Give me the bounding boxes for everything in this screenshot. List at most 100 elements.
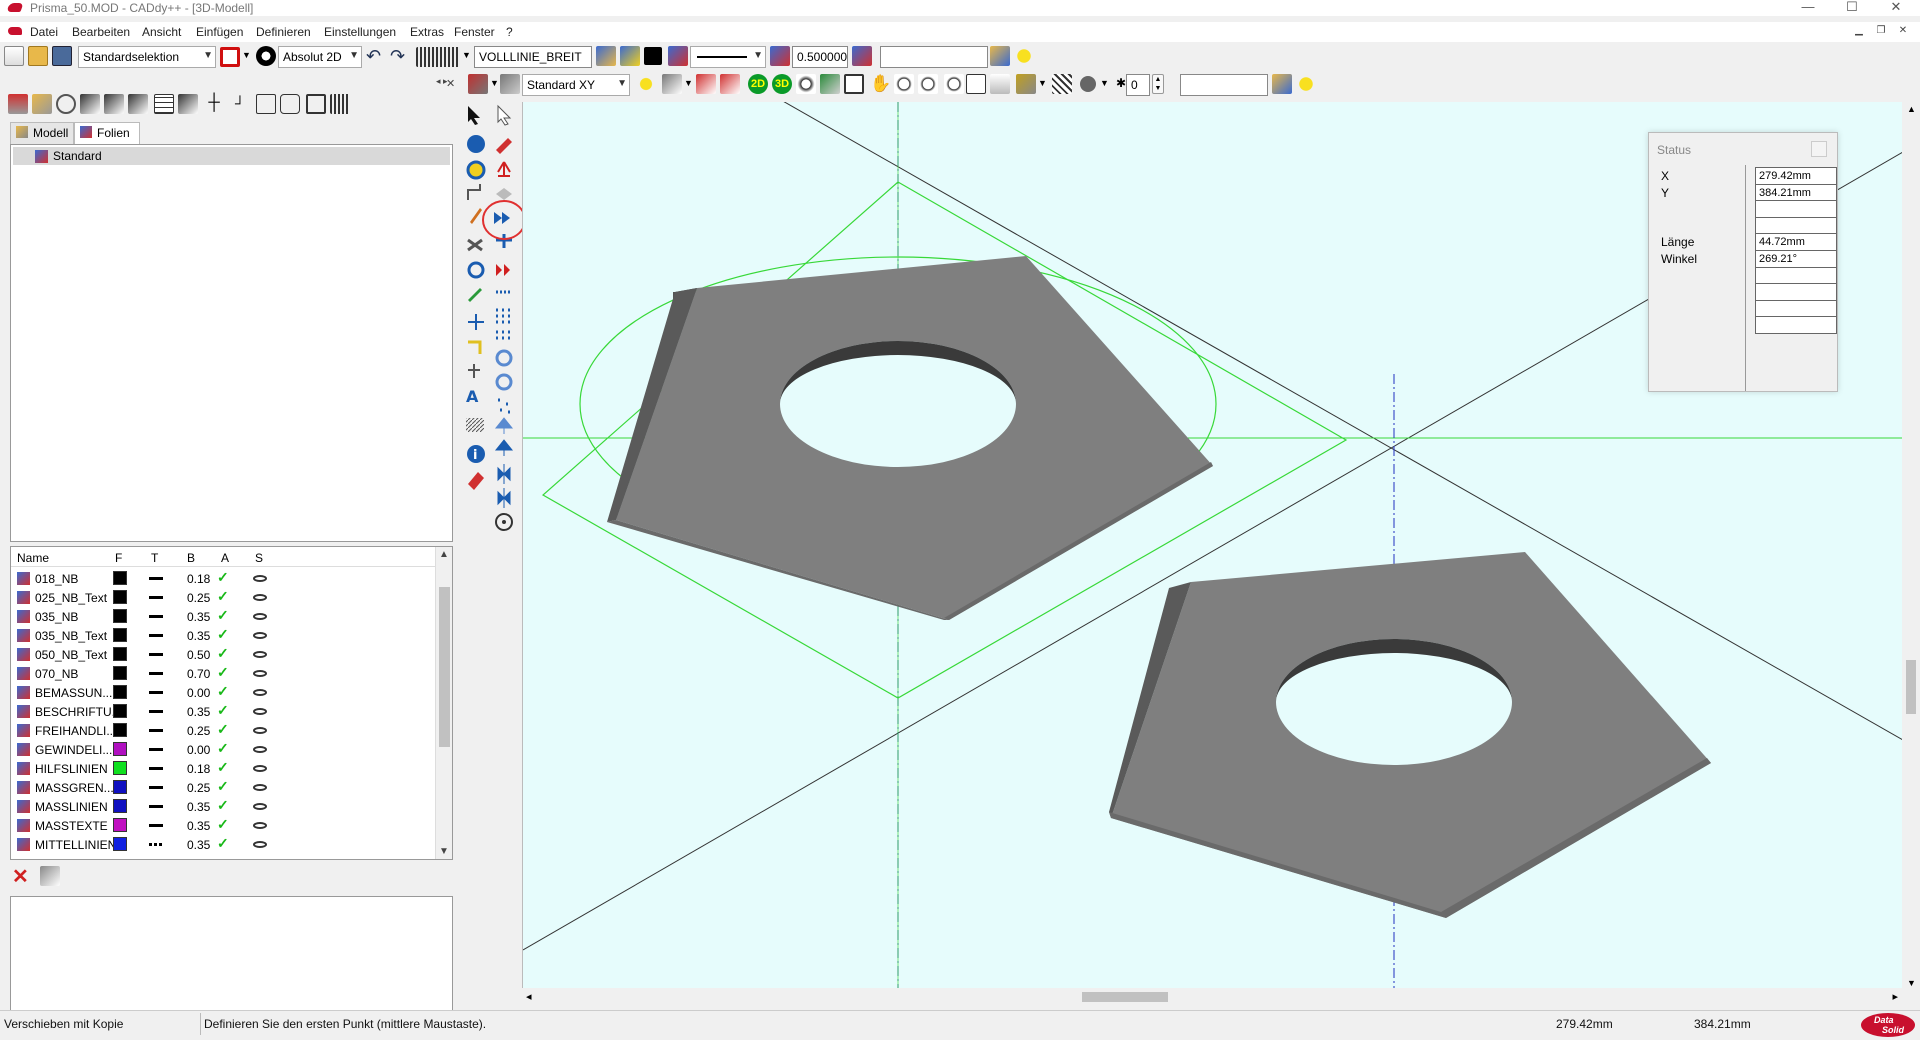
view-mode-select[interactable]: Standard XY ▼: [522, 74, 630, 96]
eye-icon[interactable]: [253, 746, 267, 753]
layer-linetype[interactable]: [149, 729, 163, 732]
layer-linetype[interactable]: [149, 843, 163, 846]
eye-icon[interactable]: [253, 708, 267, 715]
mdi-restore-icon[interactable]: ❐: [1872, 24, 1890, 38]
layer-step-icon[interactable]: ┘: [230, 94, 250, 114]
sphere-icon[interactable]: [1080, 76, 1096, 92]
layer-width[interactable]: 0.35: [187, 819, 210, 833]
layer-row[interactable]: 035_NB_Text 0.35 ✓: [11, 626, 435, 645]
linetype-field[interactable]: VOLLLINIE_BREIT: [474, 46, 592, 68]
layer-color-swatch[interactable]: [113, 723, 127, 737]
layer-row[interactable]: 070_NB 0.70 ✓: [11, 664, 435, 683]
layer-hatch-icon[interactable]: [178, 94, 198, 114]
coordinate-origin-icon[interactable]: [256, 46, 276, 66]
folder-lamp-icon[interactable]: [990, 46, 1010, 66]
zoom-all-icon[interactable]: [944, 74, 964, 94]
layer-row[interactable]: 018_NB 0.18 ✓: [11, 569, 435, 588]
menu-help[interactable]: ?: [506, 25, 513, 39]
layer-linetype[interactable]: [149, 653, 163, 656]
chevron-down-icon[interactable]: ▼: [684, 78, 693, 88]
layer-frame-icon[interactable]: [280, 94, 300, 114]
eye-icon[interactable]: [253, 594, 267, 601]
chevron-down-icon[interactable]: ▼: [1100, 78, 1109, 88]
status-value-field[interactable]: [1755, 216, 1837, 235]
color-swatch-icon[interactable]: [644, 47, 662, 65]
maximize-button[interactable]: ☐: [1830, 0, 1874, 16]
layer-color-swatch[interactable]: [113, 799, 127, 813]
layer-list-scrollbar[interactable]: ▲ ▼: [435, 547, 452, 859]
layer-edit-icon[interactable]: [104, 94, 124, 114]
col-b[interactable]: B: [187, 551, 195, 565]
scroll-up-icon[interactable]: ▲: [1907, 104, 1916, 114]
layer-field[interactable]: [880, 46, 988, 68]
spin-stepper[interactable]: ▲ ▼: [1152, 74, 1164, 94]
eye-icon[interactable]: [253, 613, 267, 620]
snap-icon[interactable]: [662, 74, 682, 94]
line-width-icon[interactable]: [770, 46, 790, 66]
checkmark-icon[interactable]: ✓: [217, 626, 229, 643]
checkmark-icon[interactable]: ✓: [217, 740, 229, 757]
line-width-field[interactable]: 0.500000: [792, 46, 848, 68]
layer-table-icon[interactable]: [154, 94, 174, 114]
scroll-thumb[interactable]: [1082, 992, 1168, 1002]
status-value-field[interactable]: [1755, 283, 1837, 302]
folder-lamp-icon[interactable]: [1272, 74, 1292, 94]
layer-manager-icon[interactable]: [8, 94, 28, 114]
status-value-field[interactable]: [1755, 316, 1837, 335]
layer-width[interactable]: 0.35: [187, 705, 210, 719]
zoom-in-icon[interactable]: [894, 74, 914, 94]
eye-icon[interactable]: [253, 670, 267, 677]
layer-color-swatch[interactable]: [113, 571, 127, 585]
menu-einfuegen[interactable]: Einfügen: [196, 25, 243, 39]
eye-icon[interactable]: [253, 727, 267, 734]
layer-row[interactable]: MASSGREN... 0.25 ✓: [11, 778, 435, 797]
layer-filter-icon[interactable]: [56, 94, 76, 114]
property-tool-icon[interactable]: [40, 866, 60, 886]
view-3d-button[interactable]: 3D: [772, 74, 792, 94]
eye-icon[interactable]: [253, 803, 267, 810]
viewport-hscroll[interactable]: ◂ ▸: [522, 988, 1902, 1006]
layer-linetype[interactable]: [149, 634, 163, 637]
spin-value-field[interactable]: 0: [1126, 74, 1150, 96]
layer-box-icon[interactable]: [256, 94, 276, 114]
checkmark-icon[interactable]: ✓: [217, 835, 229, 852]
layer-width[interactable]: 0.00: [187, 743, 210, 757]
scroll-up-icon[interactable]: ▲: [439, 549, 449, 560]
layer-row[interactable]: MITTELLINIEN 0.35 ✓: [11, 835, 435, 854]
checkmark-icon[interactable]: ✓: [217, 607, 229, 624]
cube-view-icon[interactable]: [820, 74, 840, 94]
layer-linetype[interactable]: [149, 710, 163, 713]
chevron-down-icon[interactable]: ▼: [1038, 78, 1047, 88]
hatch-icon[interactable]: [1052, 74, 1072, 94]
status-close-button[interactable]: [1811, 141, 1827, 157]
layer-row[interactable]: GEWINDELI... 0.00 ✓: [11, 740, 435, 759]
checkmark-icon[interactable]: ✓: [217, 569, 229, 586]
layer-list[interactable]: Name F T B A S 018_NB 0.18 ✓ 025_NB_Text 0.2…: [10, 546, 453, 860]
layer-linetype[interactable]: [149, 748, 163, 751]
layer-row[interactable]: BEMASSUN... 0.00 ✓: [11, 683, 435, 702]
layer-linetype[interactable]: [149, 786, 163, 789]
pencil-edit-icon[interactable]: [696, 74, 716, 94]
layer-stack-icon[interactable]: [668, 46, 688, 66]
layer-color-swatch[interactable]: [113, 628, 127, 642]
redo-icon[interactable]: ↷: [390, 46, 405, 67]
chevron-down-icon[interactable]: ▼: [490, 78, 499, 88]
layer-row[interactable]: BESCHRIFTU... 0.35 ✓: [11, 702, 435, 721]
layer-width[interactable]: 0.25: [187, 724, 210, 738]
layer-linetype[interactable]: [149, 824, 163, 827]
scroll-right-icon[interactable]: ▸: [1892, 990, 1898, 1003]
layer-color-swatch[interactable]: [113, 818, 127, 832]
document-icon[interactable]: [8, 27, 22, 35]
layer-group-tree[interactable]: Standard: [10, 144, 453, 542]
close-button[interactable]: ✕: [1874, 0, 1918, 16]
layer-dots-icon[interactable]: [330, 94, 350, 114]
orbit-icon[interactable]: [796, 74, 816, 94]
layer-color-swatch[interactable]: [113, 609, 127, 623]
checkmark-icon[interactable]: ✓: [217, 664, 229, 681]
zoom-out-icon[interactable]: [918, 74, 938, 94]
lightbulb-icon[interactable]: [1014, 46, 1034, 66]
undo-icon[interactable]: ↶: [366, 46, 381, 67]
layer-pen-icon[interactable]: [80, 94, 100, 114]
scroll-down-icon[interactable]: ▼: [1907, 978, 1916, 988]
status-value-field[interactable]: 269.21°: [1755, 250, 1837, 268]
